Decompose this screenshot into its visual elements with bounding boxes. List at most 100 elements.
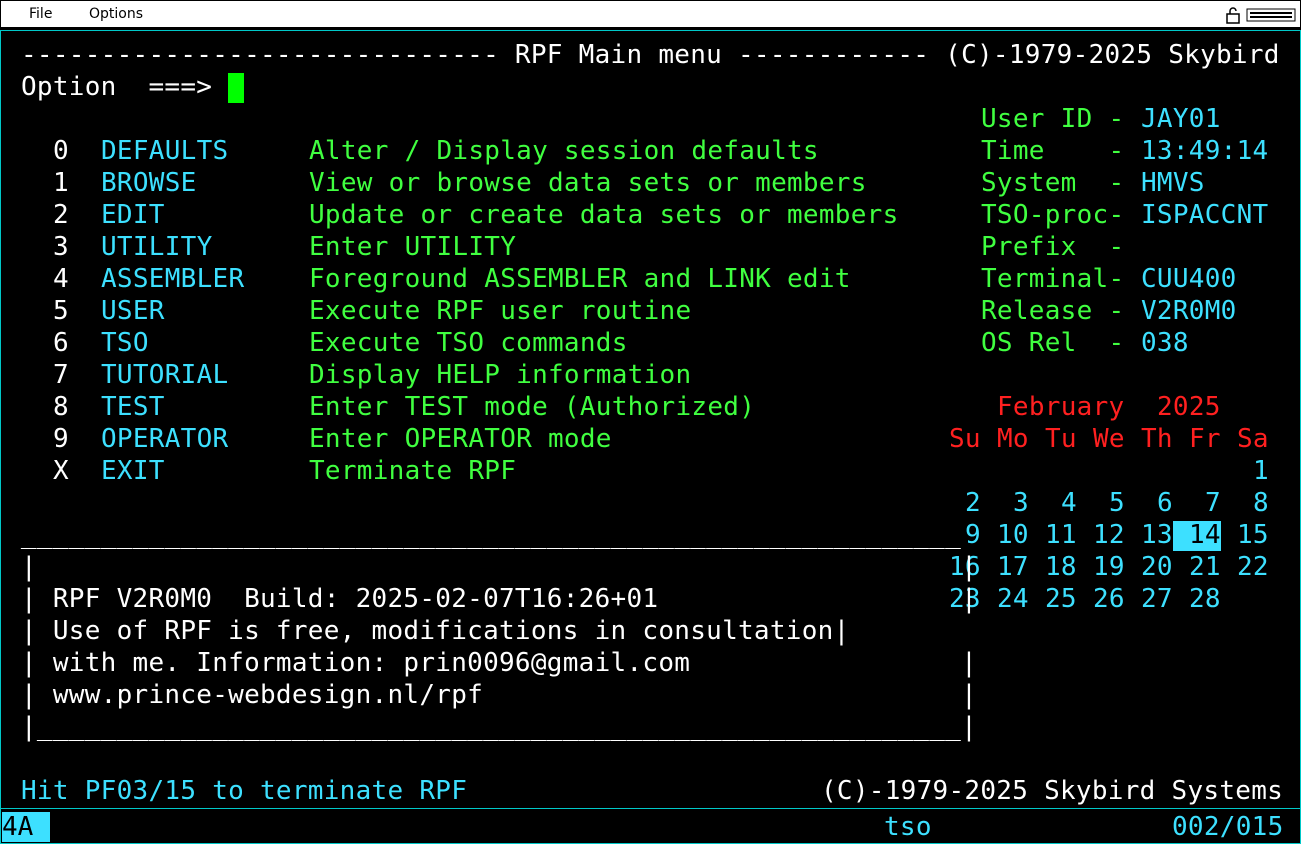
calendar-day[interactable]: 28: [1189, 583, 1221, 615]
calendar-day[interactable]: 24: [997, 583, 1029, 615]
calendar-day[interactable]: 27: [1141, 583, 1173, 615]
info-label: System -: [981, 168, 1125, 198]
option-input-cursor[interactable]: [228, 73, 244, 103]
calendar-day[interactable]: 21: [1189, 551, 1221, 583]
menu-desc: Alter / Display session defaults: [309, 136, 819, 166]
menu-option-tso[interactable]: TSO: [101, 327, 149, 359]
keyboard-icon: [1246, 8, 1296, 22]
menu-desc: Foreground ASSEMBLER and LINK edit: [309, 264, 851, 294]
oia-cursor-position: 002/015: [1172, 812, 1284, 842]
info-value: CUU400: [1141, 264, 1237, 294]
oia-mode: 4A: [2, 812, 50, 842]
menu-key: 3: [53, 232, 69, 262]
box-line: |_______________________________________…: [21, 712, 977, 742]
menu-desc: Enter TEST mode (Authorized): [309, 392, 756, 422]
box-line: | with me. Information: prin0096@gmail.c…: [21, 648, 977, 678]
menu-desc: Execute RPF user routine: [309, 296, 692, 326]
calendar-weekday: Mo: [997, 424, 1029, 454]
menu-option-operator[interactable]: OPERATOR: [101, 423, 228, 455]
box-line: | |: [21, 552, 977, 582]
footer-copyright: (C)-1979-2025 Skybird Systems: [821, 776, 1284, 806]
calendar-day[interactable]: 19: [1093, 551, 1125, 583]
oia-separator: [0, 808, 1301, 809]
calendar-day[interactable]: 1: [1253, 455, 1269, 487]
calendar-day[interactable]: 22: [1237, 551, 1269, 583]
calendar-day-today[interactable]: 14: [1189, 519, 1221, 551]
menu-key: 5: [53, 296, 69, 326]
menu-key: 1: [53, 168, 69, 198]
box-line: | Use of RPF is free, modifications in c…: [21, 616, 850, 646]
menu-desc: Enter UTILITY: [309, 232, 517, 262]
info-label: TSO-proc-: [981, 200, 1125, 230]
info-label: Release -: [981, 296, 1125, 326]
calendar-day[interactable]: 4: [1061, 487, 1077, 519]
calendar-day[interactable]: 8: [1253, 487, 1269, 519]
info-label: Terminal-: [981, 264, 1125, 294]
calendar-weekday: Sa: [1237, 424, 1269, 454]
menu-option-exit[interactable]: EXIT: [101, 455, 165, 487]
option-label: Option ===>: [21, 72, 213, 102]
calendar-day[interactable]: 3: [1013, 487, 1029, 519]
menu-option-tutorial[interactable]: TUTORIAL: [101, 359, 228, 391]
info-value: HMVS: [1141, 168, 1205, 198]
title-line: ------------------------------ RPF Main …: [21, 40, 1280, 70]
menu-desc: Enter OPERATOR mode: [309, 424, 612, 454]
lock-icon: [1226, 7, 1240, 24]
oia-app: tso: [884, 812, 932, 842]
menu-key: 0: [53, 136, 69, 166]
calendar-day[interactable]: 12: [1093, 519, 1125, 551]
menu-option-defaults[interactable]: DEFAULTS: [101, 135, 228, 167]
calendar-day[interactable]: 13: [1141, 519, 1173, 551]
options-menu[interactable]: Options: [89, 6, 143, 22]
menu-option-utility[interactable]: UTILITY: [101, 231, 213, 263]
menu-key: 9: [53, 424, 69, 454]
menu-key: 8: [53, 392, 69, 422]
info-label: Prefix -: [981, 232, 1125, 262]
info-label: Time -: [981, 136, 1125, 166]
info-value: 038: [1141, 328, 1189, 358]
calendar-day[interactable]: 26: [1093, 583, 1125, 615]
calendar-weekday: Tu: [1045, 424, 1077, 454]
calendar-day[interactable]: 5: [1109, 487, 1125, 519]
calendar-day[interactable]: 10: [997, 519, 1029, 551]
menu-desc: View or browse data sets or members: [309, 168, 867, 198]
menu-option-edit[interactable]: EDIT: [101, 199, 165, 231]
menu-key: 4: [53, 264, 69, 294]
calendar-weekday: Su: [949, 424, 981, 454]
calendar-day[interactable]: 7: [1205, 487, 1221, 519]
calendar-day[interactable]: 18: [1045, 551, 1077, 583]
terminal-screen[interactable]: ------------------------------ RPF Main …: [0, 30, 1301, 844]
box-line: | RPF V2R0M0 Build: 2025-02-07T16:26+01 …: [21, 584, 977, 614]
file-menu[interactable]: File: [29, 6, 52, 22]
calendar-day[interactable]: 17: [997, 551, 1029, 583]
info-value: ISPACCNT: [1141, 200, 1269, 230]
menu-key: 6: [53, 328, 69, 358]
footer-hint: Hit PF03/15 to terminate RPF: [21, 776, 468, 806]
info-value: V2R0M0: [1141, 296, 1237, 326]
menu-option-user[interactable]: USER: [101, 295, 165, 327]
menu-key: X: [53, 456, 69, 486]
menu-desc: Terminate RPF: [309, 456, 517, 486]
info-value: 13:49:14: [1141, 136, 1269, 166]
menu-desc: Display HELP information: [309, 360, 692, 390]
menu-key: 2: [53, 200, 69, 230]
calendar-month: February: [997, 392, 1125, 422]
menu-option-assembler[interactable]: ASSEMBLER: [101, 263, 244, 295]
calendar-day[interactable]: 11: [1045, 519, 1077, 551]
box-top-border: ________________________________________…: [5, 520, 961, 550]
calendar-day[interactable]: 15: [1237, 519, 1269, 551]
calendar-day[interactable]: 6: [1157, 487, 1173, 519]
calendar-day[interactable]: 9: [965, 519, 981, 551]
calendar-year: 2025: [1157, 392, 1221, 422]
menu-option-browse[interactable]: BROWSE: [101, 167, 197, 199]
calendar-day[interactable]: 20: [1141, 551, 1173, 583]
info-label: User ID -: [981, 104, 1125, 134]
menu-bar: File Options: [0, 0, 1301, 28]
menu-option-test[interactable]: TEST: [101, 391, 165, 423]
calendar-weekday: Th: [1141, 424, 1173, 454]
calendar-day[interactable]: 25: [1045, 583, 1077, 615]
menu-desc: Execute TSO commands: [309, 328, 628, 358]
info-value: JAY01: [1141, 104, 1221, 134]
calendar-day[interactable]: 2: [965, 487, 981, 519]
info-label: OS Rel -: [981, 328, 1125, 358]
